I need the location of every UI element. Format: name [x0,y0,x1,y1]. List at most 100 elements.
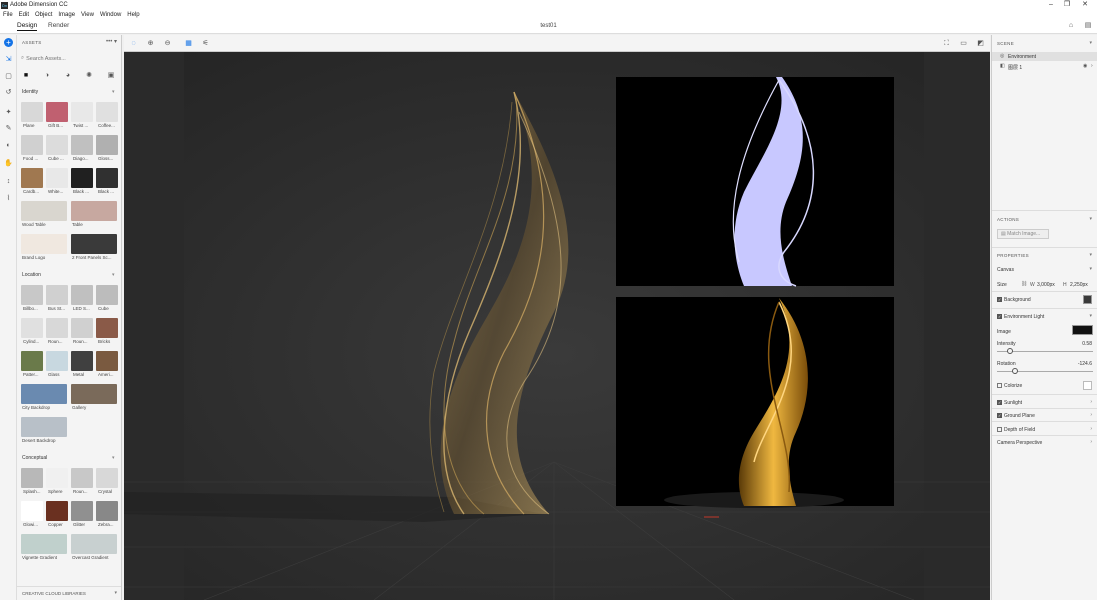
asset-thumbnail[interactable] [46,135,68,155]
ground-plane-expand-icon[interactable]: › [1090,412,1092,418]
scene-item-environment[interactable]: ◎ Environment [992,52,1097,61]
asset-thumbnail[interactable] [46,468,68,488]
intensity-slider[interactable] [997,348,1093,354]
sunlight-expand-icon[interactable]: › [1090,399,1092,405]
rotate-tool-icon[interactable]: ↺ [4,88,13,97]
intensity-value[interactable]: 0.58 [1082,341,1092,347]
visibility-icon[interactable]: ◉ [1083,63,1087,69]
asset-thumbnail[interactable] [21,501,43,521]
asset-thumbnail[interactable] [21,351,43,371]
asset-thumbnail[interactable] [96,501,118,521]
asset-thumbnail[interactable] [71,384,117,404]
asset-thumbnail[interactable] [21,318,43,338]
minimize-button[interactable]: – [1044,0,1058,10]
asset-thumbnail[interactable] [71,234,117,254]
match-image-button[interactable]: ▤ Match Image... [997,229,1049,239]
select-tool-icon[interactable]: ⇲ [4,55,13,64]
actions-collapse-icon[interactable]: ▾ [1089,216,1092,222]
asset-thumbnail[interactable] [71,318,93,338]
scene-collapse-icon[interactable]: ▾ [1089,40,1092,46]
category-lights-icon[interactable]: ✺ [84,71,94,81]
camera-bookmark-icon[interactable]: ▭ [959,39,968,48]
snap-icon[interactable]: ▦ [184,39,193,48]
environment-light-checkbox[interactable]: ✓ [997,314,1002,320]
asset-thumbnail[interactable] [71,135,93,155]
asset-thumbnail[interactable] [21,201,67,221]
menu-view[interactable]: View [81,12,94,18]
section-identity[interactable]: Identity ▾ [22,89,115,95]
properties-collapse-icon[interactable]: ▾ [1089,252,1092,258]
dolly-icon[interactable]: ↕ [4,177,13,186]
feedback-icon[interactable]: ▤ [1084,22,1092,30]
expand-icon[interactable]: › [1091,63,1093,69]
menu-image[interactable]: Image [58,12,75,18]
search-input[interactable] [26,55,107,62]
section-conceptual[interactable]: Conceptual ▾ [22,455,115,461]
asset-thumbnail[interactable] [21,285,43,305]
render-preview-icon[interactable]: ◩ [976,39,985,48]
align-icon[interactable]: ⚟ [201,39,210,48]
camera-perspective-row[interactable]: Camera Perspective [997,440,1042,446]
asset-thumbnail[interactable] [96,318,118,338]
orbit-icon[interactable]: ◐ [4,141,13,150]
colorize-checkbox[interactable] [997,383,1002,389]
asset-thumbnail[interactable] [71,201,117,221]
menu-object[interactable]: Object [35,12,52,18]
asset-thumbnail[interactable] [71,468,93,488]
menu-edit[interactable]: Edit [19,12,29,18]
asset-thumbnail[interactable] [21,384,67,404]
environment-image-thumbnail[interactable] [1072,325,1093,335]
asset-thumbnail[interactable] [21,234,67,254]
link-proportions-icon[interactable]: ⛓ [1021,281,1027,287]
asset-thumbnail[interactable] [46,351,68,371]
close-button[interactable]: ✕ [1078,0,1092,10]
asset-thumbnail[interactable] [46,285,68,305]
background-color-swatch[interactable] [1083,295,1092,304]
rotation-value[interactable]: -124.6 [1078,361,1092,367]
move-tool-icon[interactable]: ▢ [4,72,13,81]
rotation-slider-handle[interactable] [1012,368,1019,374]
asset-thumbnail[interactable] [96,285,118,305]
camera-perspective-expand-icon[interactable]: › [1090,439,1092,445]
magic-wand-icon[interactable]: ✦ [4,108,13,117]
zoom-in-icon[interactable]: ⊕ [146,39,155,48]
category-graphics-icon[interactable]: ◕ [63,71,73,81]
asset-thumbnail[interactable] [21,417,67,437]
3d-viewport[interactable] [124,52,990,600]
section-location[interactable]: Location ▾ [22,272,115,278]
asset-thumbnail[interactable] [71,168,93,188]
ground-plane-checkbox[interactable]: ✓ [997,413,1002,419]
category-images-icon[interactable]: ▣ [106,71,116,81]
category-materials-icon[interactable]: ◑ [42,71,52,81]
asset-thumbnail[interactable] [71,102,93,122]
menu-file[interactable]: File [3,12,13,18]
assets-menu-icon[interactable]: ••• ▾ [106,38,117,45]
asset-thumbnail[interactable] [71,285,93,305]
restore-button[interactable]: ❐ [1060,0,1074,10]
libraries-bar[interactable]: CREATIVE CLOUD LIBRARIES ▾ [17,586,121,600]
pan-hand-icon[interactable]: ✋ [4,159,13,168]
canvas-collapse-icon[interactable]: ▾ [1089,266,1092,272]
horizon-icon[interactable]: ⌇ [4,194,13,203]
asset-thumbnail[interactable] [21,135,43,155]
menu-help[interactable]: Help [127,12,139,18]
scene-item-layer[interactable]: ◧ 图层 1 ◉ › [992,62,1097,71]
asset-thumbnail[interactable] [46,501,68,521]
asset-thumbnail[interactable] [96,468,118,488]
asset-thumbnail[interactable] [21,534,67,554]
intensity-slider-handle[interactable] [1006,348,1013,354]
asset-thumbnail[interactable] [96,168,118,188]
depth-of-field-checkbox[interactable] [997,427,1002,433]
depth-of-field-expand-icon[interactable]: › [1090,426,1092,432]
environment-light-collapse-icon[interactable]: ▾ [1089,313,1092,319]
asset-thumbnail[interactable] [71,351,93,371]
category-models-icon[interactable]: ■ [21,71,31,81]
fit-view-icon[interactable]: ⛶ [942,39,951,48]
asset-thumbnail[interactable] [96,351,118,371]
add-content-icon[interactable]: + [4,38,13,47]
eyedropper-icon[interactable]: ✎ [4,124,13,133]
asset-thumbnail[interactable] [71,501,93,521]
menu-window[interactable]: Window [100,12,121,18]
asset-thumbnail[interactable] [21,168,43,188]
zoom-out-icon[interactable]: ⊖ [163,39,172,48]
